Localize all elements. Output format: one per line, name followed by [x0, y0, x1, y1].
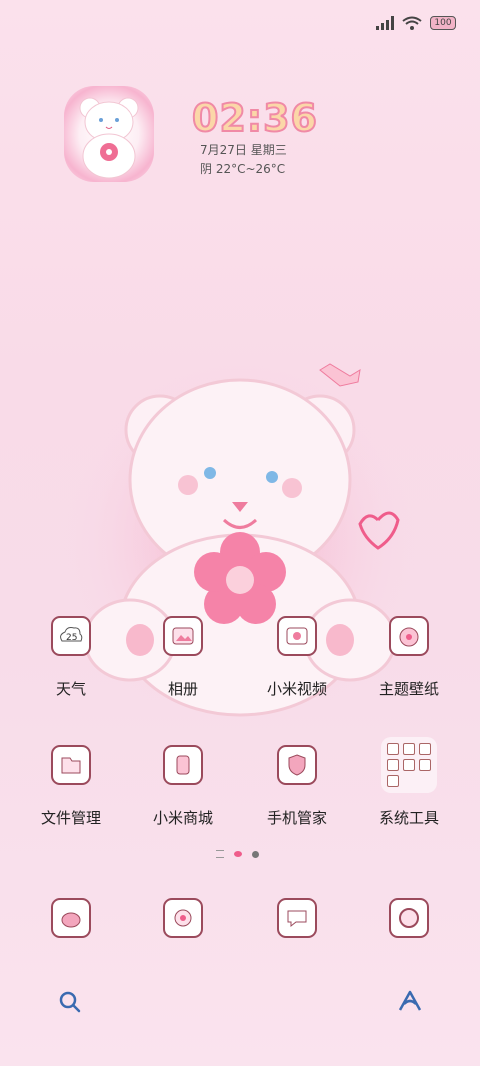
store-icon [163, 745, 203, 785]
app-weather[interactable]: 25 天气 [16, 616, 126, 699]
app-label: 主题壁纸 [378, 680, 439, 698]
battery-indicator: 100 [430, 16, 456, 30]
app-mi-store[interactable]: 小米商城 [128, 745, 238, 828]
app-file-manager[interactable]: 文件管理 [16, 745, 126, 828]
dock-phone[interactable] [16, 898, 126, 938]
clock-date: 7月27日 星期三 [200, 143, 287, 157]
dock-camera[interactable] [128, 898, 238, 938]
app-label: 小米商城 [152, 809, 213, 827]
list-page-icon [216, 850, 224, 858]
status-bar: 100 [376, 12, 456, 34]
app-video[interactable]: 小米视频 [242, 616, 352, 699]
page-dot [252, 850, 259, 858]
shield-icon [277, 745, 317, 785]
camera-icon [163, 898, 203, 938]
gallery-icon [163, 616, 203, 656]
app-label: 小米视频 [266, 680, 327, 698]
page-indicator[interactable] [216, 850, 259, 858]
dock-browser[interactable] [354, 898, 464, 938]
phone-icon [51, 898, 91, 938]
search-bar[interactable] [48, 980, 432, 1024]
app-label: 手机管家 [266, 809, 327, 827]
current-page-dot [234, 851, 242, 857]
messages-icon [277, 898, 317, 938]
clock-time[interactable]: 02:36 [191, 95, 318, 141]
video-icon [277, 616, 317, 656]
weather-temp-badge: 25 [66, 633, 77, 643]
wifi-icon [402, 16, 422, 30]
search-icon[interactable] [58, 990, 82, 1014]
app-security[interactable]: 手机管家 [242, 745, 352, 828]
folder-system-tools[interactable]: 系统工具 [354, 737, 464, 828]
app-gallery[interactable]: 相册 [128, 616, 238, 699]
app-label: 文件管理 [40, 809, 101, 827]
signal-icon [376, 16, 394, 30]
assistant-icon[interactable] [396, 988, 424, 1014]
tools-folder-icon [381, 737, 437, 793]
dock-messages[interactable] [242, 898, 352, 938]
weather-icon: 25 [51, 616, 91, 656]
theme-icon [389, 616, 429, 656]
app-themes[interactable]: 主题壁纸 [354, 616, 464, 699]
teddy-bear-icon [79, 97, 139, 179]
app-label: 系统工具 [378, 809, 439, 827]
weather-summary: 阴 22°C~26°C [200, 162, 286, 176]
bear-widget-image[interactable] [64, 86, 154, 182]
app-label: 相册 [167, 680, 198, 698]
browser-icon [389, 898, 429, 938]
app-label: 天气 [55, 680, 86, 698]
folder-icon [51, 745, 91, 785]
